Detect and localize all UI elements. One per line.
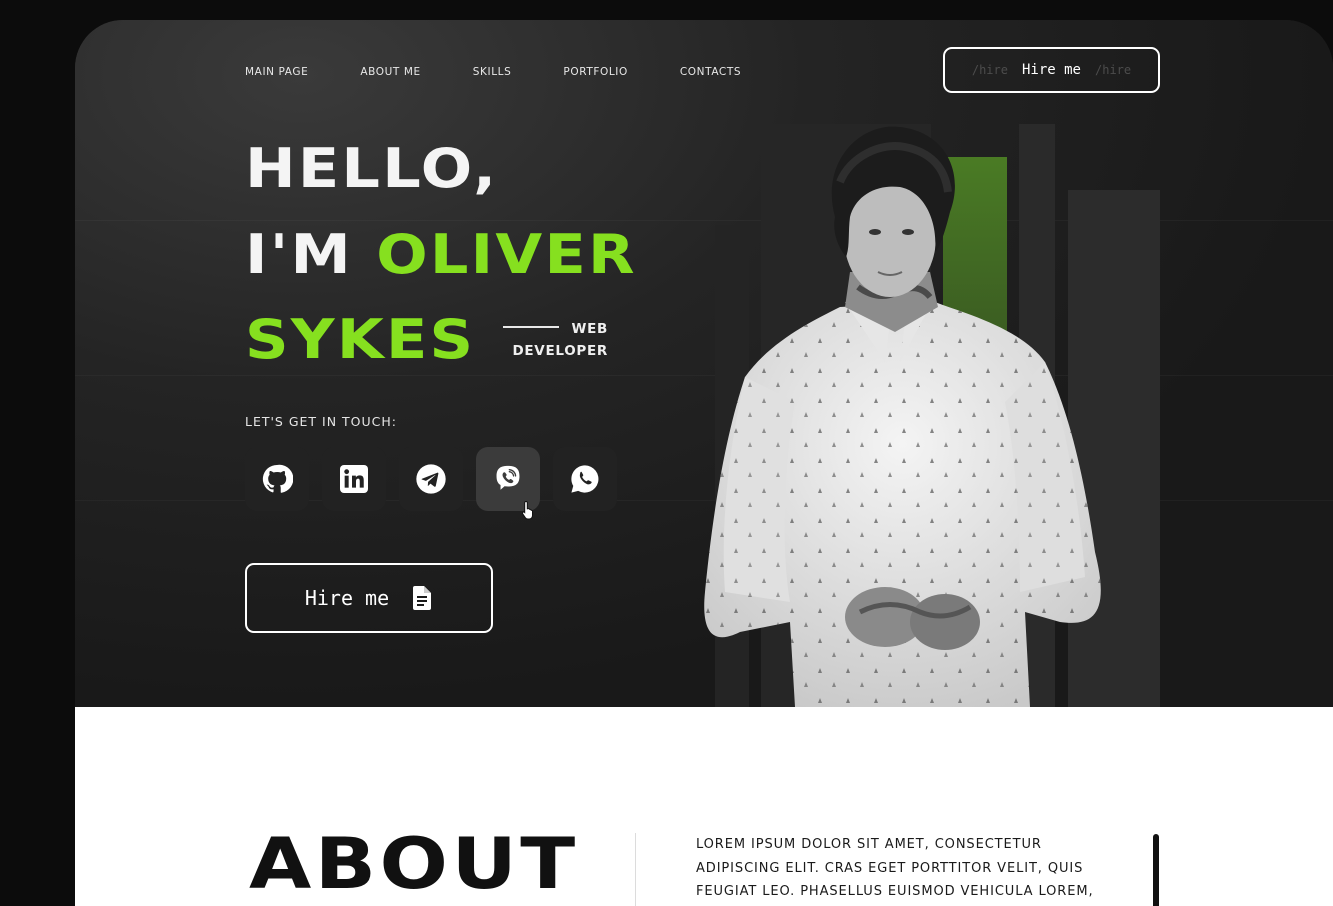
hire-me-nav-button[interactable]: /hire Hire me /hire [943,47,1160,93]
telegram-button[interactable] [399,447,463,511]
hand-cursor-icon [521,500,533,520]
nav-contacts[interactable]: CONTACTS [680,66,741,78]
hire-label: Hire me [1021,62,1081,78]
role-text: WEB DEVELOPER [512,321,608,359]
hire-me-button[interactable]: Hire me [245,563,493,633]
hire-prefix: /hire [971,63,1008,77]
github-icon [262,464,293,493]
github-button[interactable] [245,447,309,511]
about-section: ABOUT LOREM IPSUM DOLOR SIT AMET, CONSEC… [75,707,1333,906]
nav-about-me[interactable]: ABOUT ME [360,66,420,78]
whatsapp-button[interactable] [553,447,617,511]
headline-first-name: OLIVER [376,223,637,286]
page-frame: MAIN PAGE ABOUT ME SKILLS PORTFOLIO CONT… [75,20,1333,906]
nav-skills[interactable]: SKILLS [473,66,512,78]
linkedin-button[interactable] [322,447,386,511]
main-nav: MAIN PAGE ABOUT ME SKILLS PORTFOLIO CONT… [245,66,793,78]
document-icon [413,586,432,610]
scroll-indicator[interactable] [1153,834,1159,906]
about-divider [635,833,636,906]
headline-im: I'M [245,223,377,286]
headline-hello: HELLO, [245,137,499,200]
about-text: LOREM IPSUM DOLOR SIT AMET, CONSECTETUR … [696,837,1094,899]
viber-icon [496,465,520,490]
touch-label: LET'S GET IN TOUCH: [245,414,398,429]
about-title: ABOUT [249,823,579,905]
profile-photo [704,126,1101,707]
social-links [245,447,630,511]
nav-main-page[interactable]: MAIN PAGE [245,66,308,78]
linkedin-icon [340,465,368,493]
hero-section: MAIN PAGE ABOUT ME SKILLS PORTFOLIO CONT… [75,20,1333,707]
hire-me-label: Hire me [304,586,390,610]
whatsapp-icon [571,465,599,493]
nav-portfolio[interactable]: PORTFOLIO [563,66,627,78]
hire-suffix: /hire [1095,63,1132,77]
headline-name-line: I'M OLIVER [245,228,637,282]
headline-last-name: SYKES [245,308,476,371]
telegram-icon [416,464,446,494]
